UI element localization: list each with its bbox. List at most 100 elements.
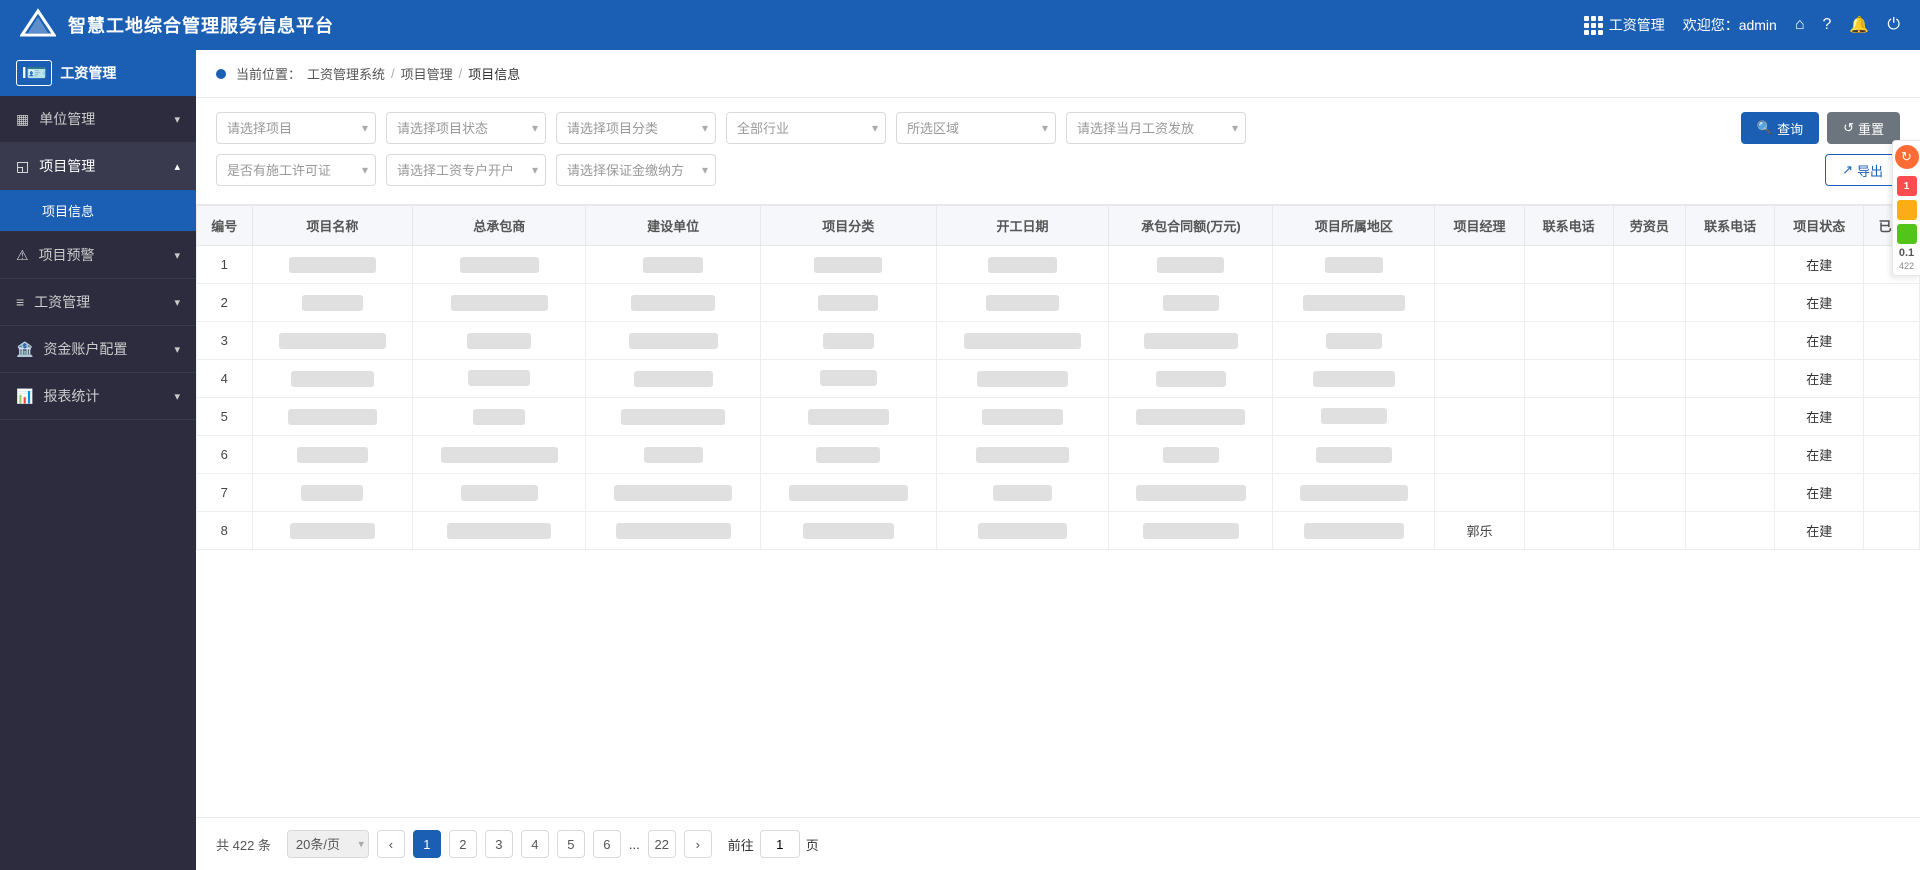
table-area: 编号 项目名称 总承包商 建设单位 项目分类 开工日期 承包合同额(万元) 项目… <box>196 205 1920 870</box>
status-select-wrap: 请选择项目状态 <box>386 112 546 144</box>
salary-date-select[interactable]: 请选择当月工资发放 <box>1066 112 1246 144</box>
col-contractor: 总承包商 <box>413 206 586 246</box>
page-btn-6[interactable]: 6 <box>593 830 621 858</box>
col-builder: 建设单位 <box>586 206 761 246</box>
reload-icon[interactable]: ↻ <box>1895 145 1919 169</box>
sidebar-item-label: 资金账户配置 <box>43 339 127 359</box>
home-icon[interactable]: ⌂ <box>1795 16 1805 34</box>
col-amount: 承包合同额(万元) <box>1109 206 1273 246</box>
query-button[interactable]: 🔍 查询 <box>1741 112 1819 144</box>
sidebar-item-unit[interactable]: ▦ 单位管理 ▾ <box>0 96 196 143</box>
page-next-btn[interactable]: › <box>684 830 712 858</box>
page-prev-btn[interactable]: ‹ <box>377 830 405 858</box>
right-panel: ↻ 1 0.1 422 <box>1892 140 1920 276</box>
welcome-text: 欢迎您：admin <box>1683 15 1777 35</box>
sidebar-item-report[interactable]: 📊 报表统计 ▾ <box>0 373 196 420</box>
main-content: 当前位置： 工资管理系统 / 项目管理 / 项目信息 请选择项目 请选择项目状态 <box>196 50 1920 870</box>
deposit-select[interactable]: 请选择保证金缴纳方 <box>556 154 716 186</box>
col-no: 编号 <box>197 206 253 246</box>
report-icon: 📊 <box>16 388 33 405</box>
table-row: 2F...xxxxxx在建 <box>197 284 1920 322</box>
breadcrumb-sep-1: / <box>391 66 395 81</box>
app-title: 智慧工地综合管理服务信息平台 <box>68 12 334 38</box>
industry-select-wrap: 全部行业 <box>726 112 886 144</box>
permit-select-wrap: 是否有施工许可证 <box>216 154 376 186</box>
sidebar-item-account[interactable]: 🏦 资金账户配置 ▾ <box>0 326 196 373</box>
status-select[interactable]: 请选择项目状态 <box>386 112 546 144</box>
industry-select[interactable]: 全部行业 <box>726 112 886 144</box>
account-open-select-wrap: 请选择工资专户开户 <box>386 154 546 186</box>
page-btn-3[interactable]: 3 <box>485 830 513 858</box>
page-btn-1[interactable]: 1 <box>413 830 441 858</box>
page-btn-22[interactable]: 22 <box>648 830 676 858</box>
page-btn-2[interactable]: 2 <box>449 830 477 858</box>
goto-input[interactable] <box>760 830 800 858</box>
col-status: 项目状态 <box>1775 206 1864 246</box>
page-goto: 前往 页 <box>728 830 819 858</box>
account-icon: 🏦 <box>16 341 33 358</box>
pagination: 共 422 条 20条/页 50条/页 100条/页 ‹ 1 2 3 4 5 6… <box>196 817 1920 870</box>
header-left: 智慧工地综合管理服务信息平台 <box>20 7 334 43</box>
area-select-wrap: 所选区域 <box>896 112 1056 144</box>
page-unit: 页 <box>806 835 819 854</box>
table-row: 1xxxxxxx在建 <box>197 246 1920 284</box>
goto-label: 前往 <box>728 835 754 854</box>
deposit-select-wrap: 请选择保证金缴纳方 <box>556 154 716 186</box>
table-row: 7xxxxxxx在建 <box>197 474 1920 512</box>
col-laborer-tel: 联系电话 <box>1686 206 1775 246</box>
page-size-select[interactable]: 20条/页 50条/页 100条/页 <box>287 830 369 858</box>
alert-badge-green <box>1897 224 1917 244</box>
table-row: 8xxxxxxx郭乐在建 <box>197 512 1920 550</box>
chevron-down-icon: ▾ <box>174 113 180 126</box>
reset-button[interactable]: ↺ 重置 <box>1827 112 1900 144</box>
category-select[interactable]: 请选择项目分类 <box>556 112 716 144</box>
bell-icon[interactable]: 🔔 <box>1849 15 1869 35</box>
col-manager: 项目经理 <box>1435 206 1524 246</box>
page-size-wrap: 20条/页 50条/页 100条/页 <box>287 830 369 858</box>
filter-area: 请选择项目 请选择项目状态 请选择项目分类 全部行业 <box>196 98 1920 205</box>
sidebar-item-warning[interactable]: ⚠ 项目预警 ▾ <box>0 232 196 279</box>
category-select-wrap: 请选择项目分类 <box>556 112 716 144</box>
sidebar-item-label: 报表统计 <box>43 386 99 406</box>
panel-num: 0.1 <box>1899 247 1914 259</box>
sidebar-item-project-info[interactable]: 项目信息 <box>0 190 196 232</box>
export-icon: ↗ <box>1842 162 1853 178</box>
export-label: 导出 <box>1857 161 1883 180</box>
col-start: 开工日期 <box>936 206 1109 246</box>
account-open-select[interactable]: 请选择工资专户开户 <box>386 154 546 186</box>
breadcrumb-prefix: 当前位置： <box>236 64 301 83</box>
page-btn-4[interactable]: 4 <box>521 830 549 858</box>
export-button[interactable]: ↗ 导出 <box>1825 154 1900 186</box>
project-table: 编号 项目名称 总承包商 建设单位 项目分类 开工日期 承包合同额(万元) 项目… <box>196 205 1920 550</box>
grid-icon <box>1584 16 1603 35</box>
page-btn-5[interactable]: 5 <box>557 830 585 858</box>
col-category: 项目分类 <box>760 206 936 246</box>
export-button-wrap: ↗ 导出 <box>1825 154 1900 186</box>
power-icon[interactable]: ⏻ <box>1887 16 1900 34</box>
module-label: 工资管理 <box>1609 15 1665 35</box>
project-select[interactable]: 请选择项目 <box>216 112 376 144</box>
warning-icon: ⚠ <box>16 247 29 264</box>
filter-row-1: 请选择项目 请选择项目状态 请选择项目分类 全部行业 <box>216 112 1900 144</box>
sidebar-item-salary[interactable]: ≡ 工资管理 ▾ <box>0 279 196 326</box>
breadcrumb-current: 项目信息 <box>468 64 520 83</box>
table-wrap[interactable]: 编号 项目名称 总承包商 建设单位 项目分类 开工日期 承包合同额(万元) 项目… <box>196 205 1920 817</box>
module-switcher[interactable]: 工资管理 <box>1584 15 1665 35</box>
query-label: 查询 <box>1777 119 1803 138</box>
col-name: 项目名称 <box>252 206 413 246</box>
area-select[interactable]: 所选区域 <box>896 112 1056 144</box>
logo-icon <box>20 7 56 43</box>
project-icon: ◱ <box>16 158 29 175</box>
sidebar-item-label: 项目管理 <box>39 156 95 176</box>
sidebar: I🪪 工资管理 ▦ 单位管理 ▾ ◱ 项目管理 ▴ 项目信息 ⚠ 项目预警 ▾ … <box>0 50 196 870</box>
permit-select[interactable]: 是否有施工许可证 <box>216 154 376 186</box>
sidebar-header: I🪪 工资管理 <box>0 50 196 96</box>
table-row: 4x天津人建设...x市政工程xxx在建 <box>197 360 1920 398</box>
table-row: 3xxxxxxx在建 <box>197 322 1920 360</box>
help-icon[interactable]: ? <box>1823 16 1832 34</box>
sidebar-item-project[interactable]: ◱ 项目管理 ▴ <box>0 143 196 190</box>
chevron-up-icon: ▴ <box>174 160 180 173</box>
table-row: 5xxxxxx天...在建 <box>197 398 1920 436</box>
unit-icon: ▦ <box>16 111 29 128</box>
salary-icon: ≡ <box>16 294 24 310</box>
